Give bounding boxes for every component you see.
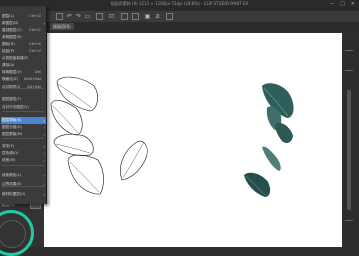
menu-item[interactable]: 变形(F) › (1, 143, 46, 150)
submenu-arrow-icon: › (43, 21, 45, 26)
menu-item-label: 粘贴(P) (2, 49, 15, 53)
leaf-outline (50, 99, 83, 136)
menu-item[interactable]: 图层属性(T) (1, 96, 46, 103)
menu-item-label: 从剪贴板新建(F) (2, 56, 29, 60)
menu-item[interactable]: 图层蒙版(M) › (1, 131, 46, 138)
menu-item-label: 图层属性(T) (2, 97, 22, 101)
submenu-arrow-icon: › (43, 144, 45, 149)
submenu-arrow-icon: › (43, 173, 45, 178)
submenu-arrow-icon: › (43, 125, 45, 130)
menu-item-label: 线条颜色(L) (2, 173, 22, 177)
menu-item[interactable]: 从剪贴板新建(F) (1, 55, 46, 62)
menu-item[interactable]: 复制图层(C) Ctrl+C (1, 27, 46, 34)
menu-item-label: 删除(D) (2, 42, 15, 46)
menu-item[interactable]: 图层蒴版(K) › (1, 117, 46, 124)
canvas-artwork (50, 76, 294, 197)
menu-item[interactable]: 粘贴(P) Ctrl+V (1, 48, 46, 55)
menu-item-label: 转换图层(V) (2, 70, 22, 74)
menu-item-label: 图层蒙版(M) (2, 132, 23, 136)
menu-item-label: 新材料图层(U) (2, 192, 26, 196)
menu-item[interactable]: 参照图层(R) (1, 34, 46, 41)
menu-item-label: 合并可见图层(V) (2, 105, 29, 109)
leaf-line-drawings (50, 76, 148, 195)
menu-item-label: 复制图层(C) (2, 28, 22, 32)
leaf-vein (69, 161, 100, 193)
menu-item-label: 层色调(O) (2, 151, 19, 155)
menu-separator (2, 138, 44, 139)
menu-separator (2, 165, 44, 166)
menu-item[interactable]: 图层分组(G) › (1, 124, 46, 131)
menu-item-shortcut: Ctrl+C (29, 28, 41, 32)
menu-item[interactable]: 删除(D) Ctrl+X (1, 41, 46, 48)
leaf-vein (55, 143, 91, 154)
menu-item[interactable]: 线宽(W) › (1, 157, 46, 164)
menu-item-label: 图层分组(G) (2, 125, 22, 129)
submenu-arrow-icon: › (43, 158, 45, 163)
menu-item-label: 栅格化(Z) (2, 77, 19, 81)
menu-item[interactable]: 层色调(O) › (1, 150, 46, 157)
menu-item[interactable]: 转换图层(V) Del (1, 69, 46, 76)
menu-separator (2, 186, 44, 187)
painted-leaf (244, 172, 271, 197)
painted-leaf (262, 146, 281, 171)
submenu-arrow-icon: › (43, 132, 45, 137)
menu-separator (2, 88, 44, 89)
menu-item-label: 新图层(N) (2, 21, 19, 25)
menu-item-shortcut: Ctrl+V (29, 49, 41, 53)
leaf-vein (122, 141, 145, 179)
submenu-arrow-icon: › (43, 118, 45, 123)
menu-item[interactable]: 图层(L) Ctrl+Z (1, 13, 46, 20)
menu-item[interactable]: 新材料图层(U) › (1, 191, 46, 198)
menu-item-label: 图层(L) (2, 14, 14, 18)
menu-item-shortcut: Del (35, 70, 41, 74)
menu-separator (2, 111, 44, 112)
leaf-outline (56, 76, 99, 112)
menu-item[interactable]: 栅格化(Z) Shift+Del (1, 76, 46, 83)
submenu-arrow-icon: › (43, 151, 45, 156)
menu-item[interactable]: 合并可见图层(V) (1, 104, 46, 111)
menu-item[interactable]: 清除(A) (1, 62, 46, 69)
menu-item-label: 参照图层(R) (2, 35, 22, 39)
menu-item-label: 线宽(W) (2, 158, 16, 162)
menu-item-label: 图层蒴版(K) (2, 118, 22, 122)
menu-item-label: 清除(A) (2, 63, 15, 67)
menu-item[interactable]: 线条颜色(L) › (1, 172, 46, 179)
menu-item-shortcut: Ctrl+Z (29, 14, 41, 18)
layer-menu-dropdown: 图层(L) Ctrl+Z 新图层(N) › 复制图层(C) Ctrl+C 参照图层(R) 删除… (0, 6, 47, 204)
menu-item-shortcut: Ctrl+X (29, 42, 41, 46)
leaf-outline (120, 140, 148, 181)
leaf-vein (52, 105, 79, 134)
menu-item-shortcut: Shift+Del (23, 77, 41, 81)
leaf-outline (67, 154, 104, 195)
menu-item-label: 变形(F) (2, 144, 15, 148)
leaf-painted-drawings (244, 83, 294, 197)
menu-item[interactable]: 新图层(N) › (1, 20, 46, 27)
painted-leaf (275, 122, 293, 144)
submenu-arrow-icon: › (43, 192, 45, 197)
